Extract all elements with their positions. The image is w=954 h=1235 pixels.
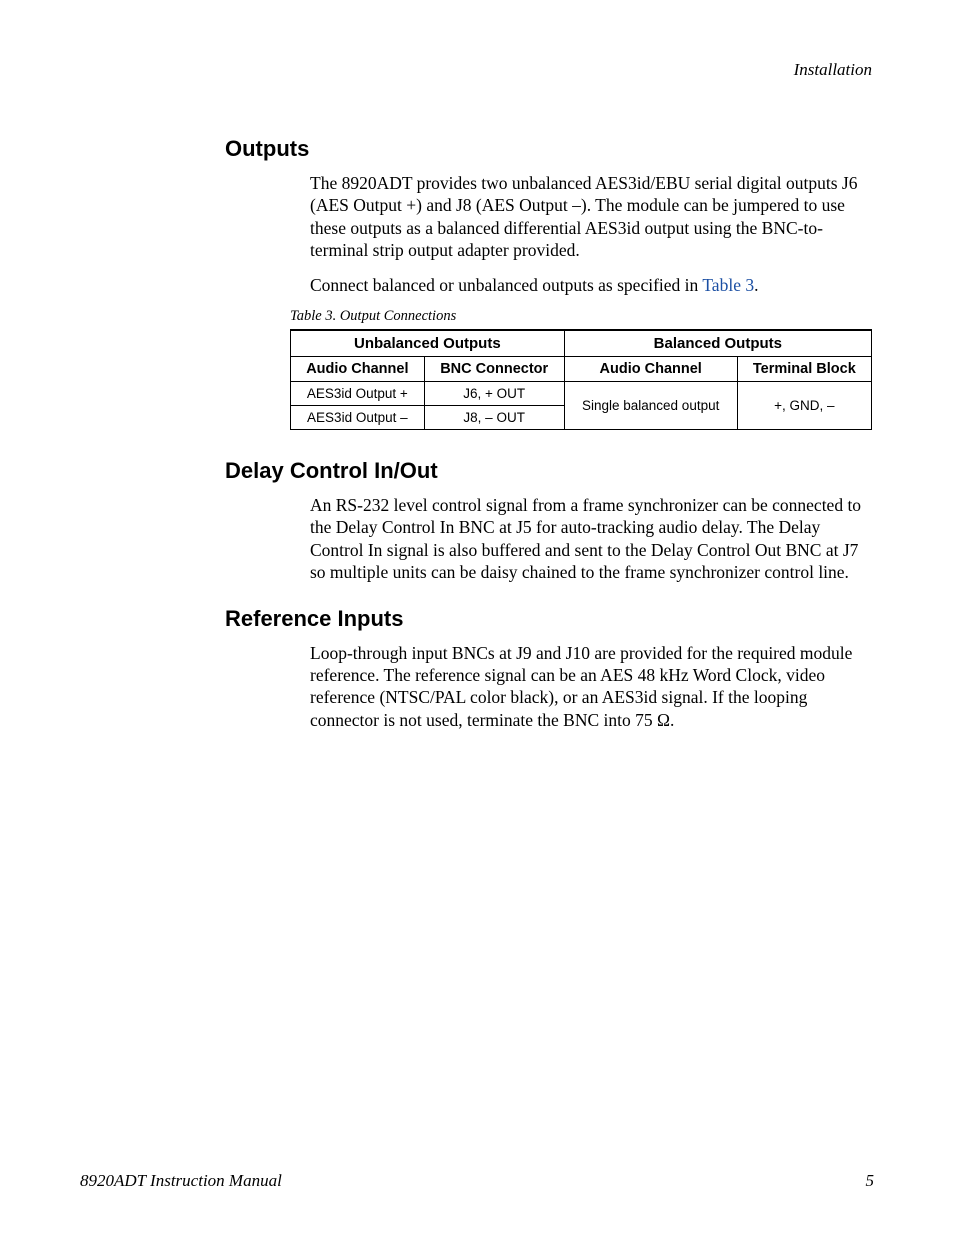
reference-body: Loop-through input BNCs at J9 and J10 ar… bbox=[310, 642, 872, 732]
page: Installation Outputs The 8920ADT provide… bbox=[0, 0, 954, 1235]
th-unbalanced: Unbalanced Outputs bbox=[291, 330, 565, 357]
heading-delay: Delay Control In/Out bbox=[225, 458, 874, 484]
delay-body: An RS-232 level control signal from a fr… bbox=[310, 494, 872, 584]
outputs-para-2-post: . bbox=[754, 275, 758, 295]
td-j8: J8, – OUT bbox=[424, 405, 564, 429]
table-row: AES3id Output + J6, + OUT Single balance… bbox=[291, 381, 872, 405]
outputs-para-1: The 8920ADT provides two unbalanced AES3… bbox=[310, 172, 872, 262]
page-number: 5 bbox=[866, 1171, 875, 1191]
td-plus-gnd-minus: +, GND, – bbox=[737, 381, 871, 429]
outputs-body: The 8920ADT provides two unbalanced AES3… bbox=[310, 172, 872, 296]
th-bnc-connector: BNC Connector bbox=[424, 356, 564, 381]
th-audio-channel-u: Audio Channel bbox=[291, 356, 425, 381]
page-footer: 8920ADT Instruction Manual 5 bbox=[80, 1171, 874, 1191]
outputs-para-2-pre: Connect balanced or unbalanced outputs a… bbox=[310, 275, 702, 295]
th-terminal-block: Terminal Block bbox=[737, 356, 871, 381]
td-aes-out-minus: AES3id Output – bbox=[291, 405, 425, 429]
running-header: Installation bbox=[80, 60, 872, 80]
td-j6: J6, + OUT bbox=[424, 381, 564, 405]
table-output-connections: Unbalanced Outputs Balanced Outputs Audi… bbox=[290, 329, 872, 430]
delay-para-1: An RS-232 level control signal from a fr… bbox=[310, 494, 872, 584]
td-single-balanced: Single balanced output bbox=[564, 381, 737, 429]
th-audio-channel-b: Audio Channel bbox=[564, 356, 737, 381]
table-row: Unbalanced Outputs Balanced Outputs bbox=[291, 330, 872, 357]
footer-manual-title: 8920ADT Instruction Manual bbox=[80, 1171, 282, 1191]
outputs-para-2: Connect balanced or unbalanced outputs a… bbox=[310, 274, 872, 296]
table-3-caption: Table 3. Output Connections bbox=[290, 308, 872, 325]
heading-outputs: Outputs bbox=[225, 136, 874, 162]
table-row: Audio Channel BNC Connector Audio Channe… bbox=[291, 356, 872, 381]
th-balanced: Balanced Outputs bbox=[564, 330, 871, 357]
table-3-wrap: Table 3. Output Connections Unbalanced O… bbox=[290, 308, 872, 430]
link-table-3[interactable]: Table 3 bbox=[702, 275, 754, 295]
reference-para-1: Loop-through input BNCs at J9 and J10 ar… bbox=[310, 642, 872, 732]
td-aes-out-plus: AES3id Output + bbox=[291, 381, 425, 405]
heading-reference: Reference Inputs bbox=[225, 606, 874, 632]
